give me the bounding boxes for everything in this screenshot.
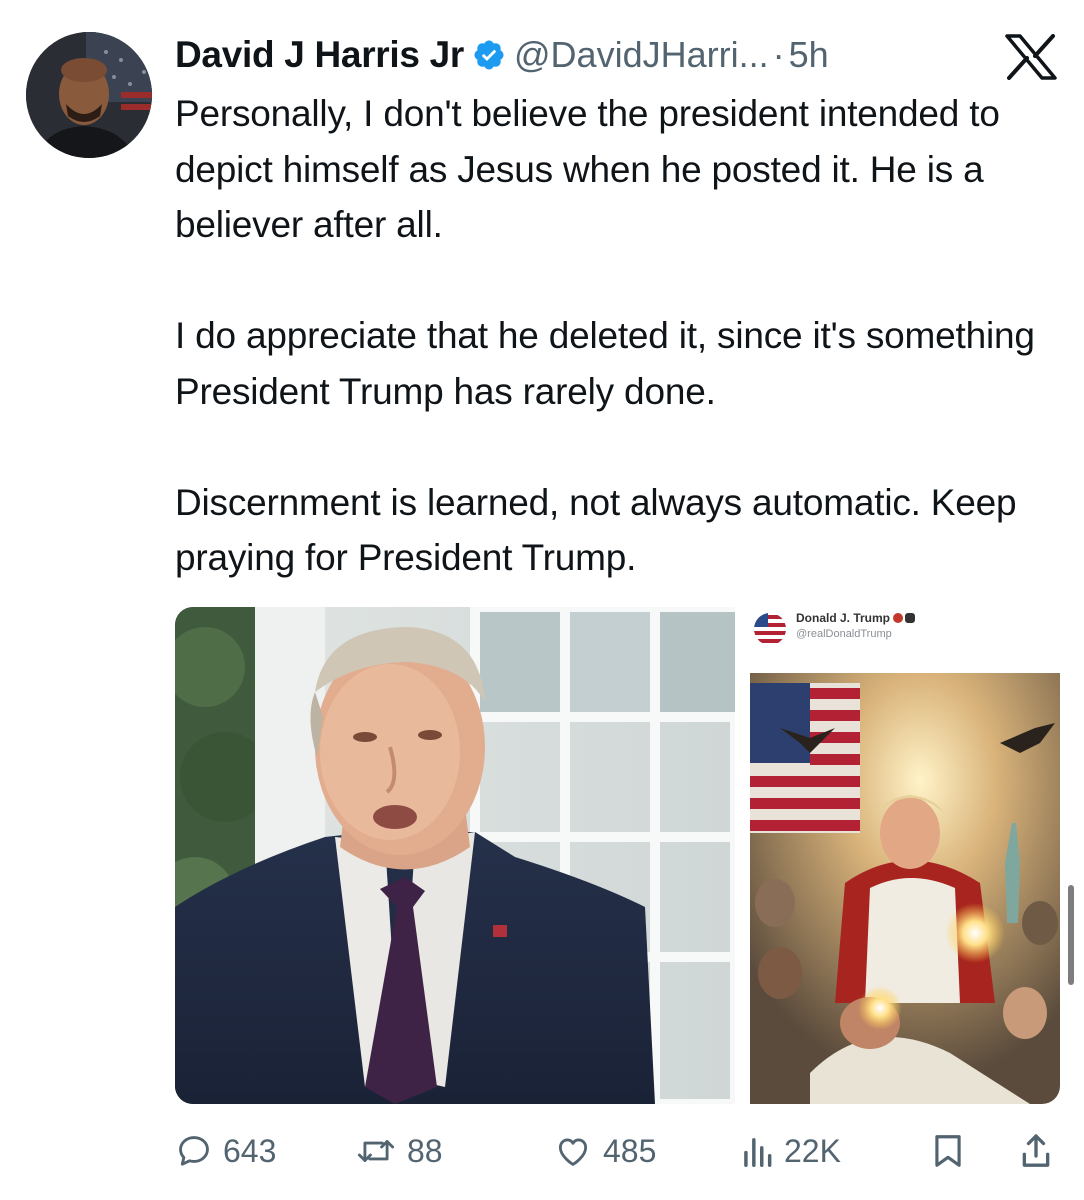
repost-button[interactable]: 88 xyxy=(355,1124,443,1178)
share-button[interactable] xyxy=(1018,1124,1054,1178)
photo-man-in-suit-icon xyxy=(175,607,735,1104)
scrollbar-thumb[interactable] xyxy=(1068,885,1074,985)
bookmark-button[interactable] xyxy=(931,1124,965,1178)
tweet-header: David J Harris Jr @DavidJHarri... · 5h xyxy=(175,30,829,80)
tweet-paragraph-3: Discernment is learned, not always autom… xyxy=(175,481,1017,579)
tweet-timestamp[interactable]: 5h xyxy=(789,34,829,76)
avatar-photo-icon xyxy=(26,32,152,158)
tweet-screenshot: David J Harris Jr @DavidJHarri... · 5h P… xyxy=(0,0,1084,1200)
media-divider xyxy=(735,607,748,1104)
author-display-name[interactable]: David J Harris Jr xyxy=(175,34,464,76)
heart-icon xyxy=(558,1138,588,1166)
embedded-author-handle: @realDonaldTrump xyxy=(796,628,892,640)
media-photo-left[interactable] xyxy=(175,607,735,1104)
embedded-post-header: Donald J. Trump @realDonaldTrump xyxy=(748,607,1060,667)
bookmark-icon xyxy=(935,1135,961,1167)
tweet-paragraph-1: Personally, I don't believe the presiden… xyxy=(175,93,1000,245)
embedded-avatar xyxy=(754,613,786,645)
embedded-name-text: Donald J. Trump xyxy=(796,611,891,625)
tweet-media[interactable]: Donald J. Trump @realDonaldTrump xyxy=(175,607,1060,1104)
like-count: 485 xyxy=(603,1132,657,1169)
reply-icon xyxy=(179,1136,209,1166)
author-avatar[interactable] xyxy=(26,32,152,158)
views-bar-chart-icon xyxy=(744,1138,772,1167)
reply-count: 643 xyxy=(223,1132,277,1169)
tweet-actions: 643 88 485 22K xyxy=(175,1124,1065,1178)
repost-icon xyxy=(357,1140,395,1162)
embedded-author-name: Donald J. Trump xyxy=(796,611,916,625)
tweet-body: Personally, I don't believe the presiden… xyxy=(175,86,1065,586)
flag-avatar-icon xyxy=(754,613,786,645)
reply-button[interactable]: 643 xyxy=(175,1124,276,1178)
views-button[interactable]: 22K xyxy=(740,1124,841,1178)
x-logo-icon xyxy=(1005,34,1057,80)
embedded-badge-icon xyxy=(893,613,904,623)
painting-image-icon xyxy=(750,673,1060,1104)
repost-count: 88 xyxy=(407,1132,443,1169)
verified-badge-icon xyxy=(474,40,504,70)
share-icon xyxy=(1022,1134,1050,1167)
views-count: 22K xyxy=(784,1132,841,1169)
header-separator: · xyxy=(772,34,785,75)
tweet-paragraph-2: I do appreciate that he deleted it, sinc… xyxy=(175,315,1035,412)
author-handle[interactable]: @DavidJHarri... xyxy=(514,34,769,76)
like-button[interactable]: 485 xyxy=(553,1124,656,1178)
embedded-badge-2-icon xyxy=(905,613,916,623)
media-embedded-post[interactable]: Donald J. Trump @realDonaldTrump xyxy=(748,607,1060,1104)
